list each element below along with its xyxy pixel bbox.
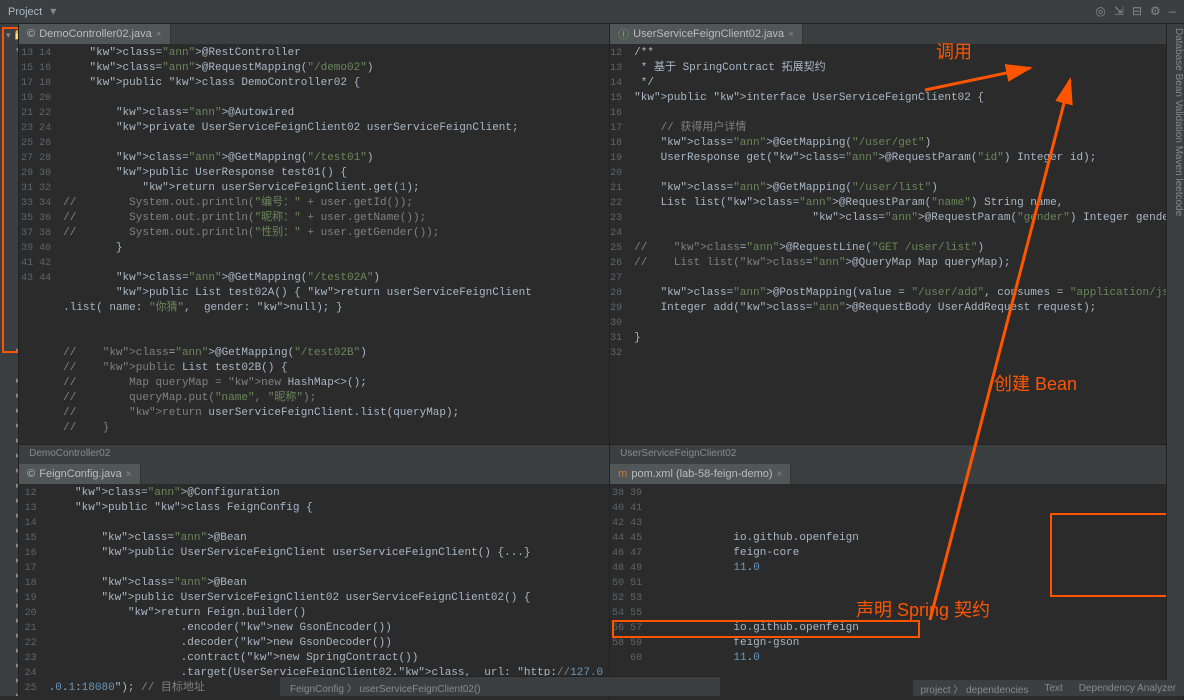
- tree-item-labx-11[interactable]: ▸📁labx-11: [0, 523, 19, 538]
- editor-tabs-br: mpom.xml (lab-58-feign-demo)×: [610, 464, 1183, 484]
- gutter: 12 13 14 15 16 17 18 19 20 21 22 23 24 2…: [19, 484, 43, 700]
- project-tree-panel: ▾📁lab-58▾📁lab-58-feign-demo▾📁src▾📁main▾📁…: [0, 24, 19, 696]
- tree-item-feign[interactable]: ▾📦feign: [0, 193, 19, 208]
- tree-item-pom-xml[interactable]: mpom.xml: [0, 328, 19, 343]
- java-icon: ©: [27, 468, 35, 480]
- tree-item-cn-iocoder-springboot-lab58-feigndemo[interactable]: ▾📦cn.iocoder.springboot.lab58.feigndemo: [0, 103, 19, 118]
- gear-icon[interactable]: ⚙: [1150, 4, 1161, 19]
- tree-item-controller[interactable]: ▾📦controller: [0, 148, 19, 163]
- editor-tabs-tl: ©DemoController02.java×: [19, 24, 609, 44]
- breadcrumb-bl[interactable]: FeignConfig 〉 userServiceFeignClient02(): [280, 676, 720, 696]
- breadcrumb-tl[interactable]: DemoController02: [19, 444, 609, 464]
- editor-br[interactable]: 38 39 40 41 42 43 44 45 46 47 48 49 50 5…: [610, 484, 1183, 700]
- tree-item-userservicefeignclient02[interactable]: ⒾUserServiceFeignClient02: [0, 253, 19, 268]
- tree-item-request[interactable]: ▸📦request: [0, 208, 19, 223]
- tab-feignconfig[interactable]: ©FeignConfig.java×: [19, 464, 141, 484]
- tool-maven[interactable]: Maven: [1173, 146, 1184, 176]
- tree-item-labx-16[interactable]: ▸📁labx-16: [0, 598, 19, 613]
- close-icon[interactable]: ×: [788, 29, 794, 40]
- hide-icon[interactable]: —: [1169, 5, 1176, 19]
- code-area[interactable]: "kw">class="ann">@RestController "kw">cl…: [57, 44, 609, 444]
- tree-item-labx-21[interactable]: ▸📁labx-21: [0, 673, 19, 688]
- tree-item-pom-xml[interactable]: mpom.xml: [0, 358, 19, 373]
- tab-pomxml[interactable]: mpom.xml (lab-58-feign-demo)×: [610, 464, 791, 484]
- editor-tabs-tr: ⒾUserServiceFeignClient02.java×: [610, 24, 1183, 44]
- tree-item-labx-04[interactable]: ▸📁labx-04: [0, 418, 19, 433]
- tree-item-userservicefeignclient[interactable]: ⒾUserServiceFeignClient: [0, 238, 19, 253]
- tree-item-target[interactable]: ▸📁target: [0, 313, 19, 328]
- expand-icon[interactable]: ⇲: [1114, 4, 1124, 19]
- tree-item-labx-20[interactable]: ▸📁labx-20: [0, 658, 19, 673]
- tree-item-democontroller02[interactable]: ©DemoController02: [0, 178, 19, 193]
- tree-item-java[interactable]: ▾📁java: [0, 88, 19, 103]
- tab-democontroller02[interactable]: ©DemoController02.java×: [19, 24, 170, 44]
- tree-item-labx-17[interactable]: ▸📁labx-17: [0, 613, 19, 628]
- gutter: 12 13 14 15 16 17 18 19 20 21 22 23 24 2…: [610, 44, 628, 444]
- tree-item-main[interactable]: ▾📁main: [0, 73, 19, 88]
- right-tool-strip: Database Bean Validation Maven leetcode: [1166, 24, 1184, 696]
- tree-item-labx-15[interactable]: ▸📁labx-15: [0, 583, 19, 598]
- tree-item-labx-10[interactable]: ▸📁labx-10: [0, 508, 19, 523]
- close-icon[interactable]: ×: [777, 469, 783, 480]
- close-icon[interactable]: ×: [126, 469, 132, 480]
- tree-item-labx-05[interactable]: ▸📁labx-05: [0, 433, 19, 448]
- tree-item-labx-09[interactable]: ▸📁labx-09: [0, 493, 19, 508]
- editor-bl[interactable]: 12 13 14 15 16 17 18 19 20 21 22 23 24 2…: [19, 484, 609, 700]
- tree-item-labx-08[interactable]: ▸📁labx-08: [0, 478, 19, 493]
- maven-icon: m: [618, 468, 627, 480]
- tree-item-labx-07[interactable]: ▸📁labx-07: [0, 463, 19, 478]
- tree-item-labx-19[interactable]: ▸📁labx-19: [0, 643, 19, 658]
- collapse-icon[interactable]: ⊟: [1132, 4, 1142, 19]
- tree-item-labx-02[interactable]: ▸📁labx-02: [0, 388, 19, 403]
- tree-item-resources[interactable]: ▸📁resources: [0, 283, 19, 298]
- target-icon[interactable]: ◎: [1095, 4, 1105, 19]
- tool-window-header: Project ▾ ◎ ⇲ ⊟ ⚙ —: [0, 0, 1184, 24]
- breadcrumb-tr[interactable]: UserServiceFeignClient02: [610, 444, 1183, 464]
- chevron-down-icon[interactable]: ▾: [50, 4, 56, 19]
- tree-item-response[interactable]: ▸📦response: [0, 223, 19, 238]
- tree-item-labx-03[interactable]: ▸📁labx-03: [0, 403, 19, 418]
- tree-item-labx-06[interactable]: ▸📁labx-06: [0, 448, 19, 463]
- tree-item-lab-58-feign-demo[interactable]: ▾📁lab-58-feign-demo: [0, 43, 19, 58]
- tree-item-src[interactable]: ▾📁src: [0, 58, 19, 73]
- tree-item-feigndemoapplication[interactable]: ©FeignDemoApplication: [0, 268, 19, 283]
- status-bar-br: project 〉 dependencies Text Dependency A…: [913, 680, 1184, 696]
- tab-depanalyzer[interactable]: Dependency Analyzer: [1079, 683, 1176, 694]
- tree-item-labx-12[interactable]: ▸📁labx-12: [0, 538, 19, 553]
- interface-icon: Ⓘ: [618, 26, 629, 42]
- tree-item-labx-13[interactable]: ▸📁labx-13: [0, 553, 19, 568]
- editor-tr[interactable]: 12 13 14 15 16 17 18 19 20 21 22 23 24 2…: [610, 44, 1183, 444]
- gutter: 13 14 15 16 17 18 19 20 21 22 23 24 25 2…: [19, 44, 57, 444]
- editor-tl[interactable]: 13 14 15 16 17 18 19 20 21 22 23 24 25 2…: [19, 44, 609, 444]
- close-icon[interactable]: ×: [156, 29, 162, 40]
- tree-item-labx-14[interactable]: ▸📁labx-14: [0, 568, 19, 583]
- tree-item-labx-22[interactable]: ▸📁labx-22: [0, 688, 19, 696]
- tree-item-lab-58-user-service[interactable]: ▸📁lab-58-user-service: [0, 343, 19, 358]
- java-icon: ©: [27, 28, 35, 40]
- code-area[interactable]: io.github.openfeign feign-core 11.0 io.g…: [648, 484, 1183, 700]
- gutter: 38 39 40 41 42 43 44 45 46 47 48 49 50 5…: [610, 484, 648, 700]
- project-tree[interactable]: ▾📁lab-58▾📁lab-58-feign-demo▾📁src▾📁main▾📁…: [0, 24, 18, 696]
- tree-item-config[interactable]: ▾📦config: [0, 118, 19, 133]
- tab-text[interactable]: Text: [1044, 683, 1062, 694]
- breadcrumb-br[interactable]: project 〉 dependencies: [921, 681, 1029, 696]
- tree-item-test[interactable]: ▸📁test: [0, 298, 19, 313]
- tree-item-labx-18[interactable]: ▸📁labx-18: [0, 628, 19, 643]
- project-label[interactable]: Project: [8, 6, 42, 18]
- editor-tabs-bl: ©FeignConfig.java×: [19, 464, 609, 484]
- tool-leetcode[interactable]: leetcode: [1173, 178, 1184, 216]
- tool-beanvalidation[interactable]: Bean Validation: [1173, 74, 1184, 143]
- tree-item-feignconfig[interactable]: ©FeignConfig: [0, 133, 19, 148]
- code-area[interactable]: /** * 基于 SpringContract 拓展契约 */ "kw">pub…: [628, 44, 1183, 444]
- code-area[interactable]: "kw">class="ann">@Configuration "kw">pub…: [43, 484, 610, 700]
- tree-item-labx-01[interactable]: ▸📁labx-01: [0, 373, 19, 388]
- tool-database[interactable]: Database: [1173, 28, 1184, 71]
- tab-userservicefeignclient02[interactable]: ⒾUserServiceFeignClient02.java×: [610, 24, 803, 44]
- tree-item-democontroller[interactable]: ©DemoController: [0, 163, 19, 178]
